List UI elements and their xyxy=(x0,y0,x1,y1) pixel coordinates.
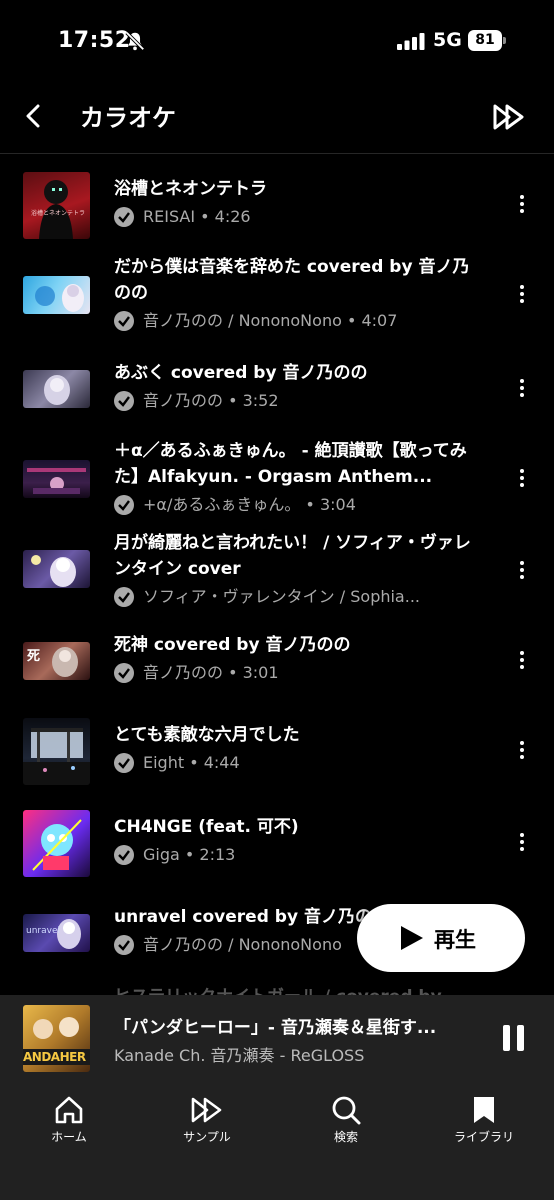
next-track-partial-title: ヒステリックナイトガール / covered by xyxy=(114,982,442,996)
track-title: だから僕は音楽を辞めた covered by 音ノ乃のの xyxy=(114,257,470,303)
track-meta: REISAI • 4:26 xyxy=(143,207,251,226)
track-row[interactable]: 死 死神 covered by 音ノ乃のの 音ノ乃のの • 3:01 xyxy=(0,632,554,692)
nav-library[interactable]: ライブラリ xyxy=(434,1095,534,1145)
track-subtitle: REISAI • 4:26 xyxy=(114,206,484,228)
verified-check-icon xyxy=(114,935,134,955)
track-meta: 音ノ乃のの • 3:01 xyxy=(143,663,279,682)
samples-play-icon[interactable] xyxy=(492,102,526,132)
now-playing-title: 「パンダヒーロー」- 音乃瀬奏＆星街す... xyxy=(114,1018,437,1038)
track-thumbnail: 浴槽とネオンテトラ xyxy=(23,172,90,239)
track-list: 浴槽とネオンテトラ 浴槽とネオンテトラ REISAI • 4:26 だから僕は音… xyxy=(0,156,554,996)
now-playing-bar[interactable]: ANDAHER 「パンダヒーロー」- 音乃瀬奏＆星街す... Kanade Ch… xyxy=(0,995,554,1083)
signal-icon xyxy=(397,33,425,50)
status-bar: 17:52 5G 81 xyxy=(0,0,554,84)
verified-check-icon xyxy=(114,587,134,607)
track-title: 浴槽とネオンテトラ xyxy=(114,179,267,199)
track-thumbnail xyxy=(23,718,90,785)
playlist-header: カラオケ xyxy=(0,84,554,154)
track-title: 死神 covered by 音ノ乃のの xyxy=(114,635,351,655)
track-title: ＋α／あるふぁきゅん。 - 絶頂讃歌【歌ってみた】Alfakyun. - Org… xyxy=(114,441,467,487)
verified-check-icon xyxy=(114,391,134,411)
samples-icon xyxy=(191,1097,222,1123)
battery-icon: 81 xyxy=(468,30,506,51)
thumbnail-caption: 浴槽とネオンテトラ xyxy=(31,210,86,217)
track-thumbnail xyxy=(23,810,90,877)
track-thumbnail xyxy=(23,370,90,408)
verified-check-icon xyxy=(114,663,134,683)
more-options-icon[interactable] xyxy=(512,376,532,404)
nav-home[interactable]: ホーム xyxy=(19,1095,119,1145)
track-meta: ソフィア・ヴァレンタイン / Sophia... xyxy=(143,587,420,606)
library-icon xyxy=(474,1097,494,1123)
track-row[interactable]: とても素敵な六月でした Eight • 4:44 xyxy=(0,716,554,786)
verified-check-icon xyxy=(114,753,134,773)
track-subtitle: Giga • 2:13 xyxy=(114,844,484,866)
now-playing-artist: Kanade Ch. 音乃瀬奏 - ReGLOSS xyxy=(114,1046,365,1065)
thumbnail-caption: unravel xyxy=(26,926,60,936)
battery-level: 81 xyxy=(468,30,502,51)
track-row[interactable]: CH4NGE (feat. 可不) Giga • 2:13 xyxy=(0,808,554,878)
more-options-icon[interactable] xyxy=(512,830,532,858)
nav-samples[interactable]: サンプル xyxy=(157,1095,257,1145)
track-thumbnail xyxy=(23,550,90,588)
more-options-icon[interactable] xyxy=(512,558,532,586)
nav-search-label: 検索 xyxy=(333,1130,358,1144)
track-meta: 音ノ乃のの • 3:52 xyxy=(143,391,279,410)
track-row[interactable]: ＋α／あるふぁきゅん。 - 絶頂讃歌【歌ってみた】Alfakyun. - Org… xyxy=(0,438,554,520)
track-meta: +α/あるふぁきゅん。 • 3:04 xyxy=(143,495,356,514)
network-type: 5G xyxy=(433,29,462,51)
track-subtitle: 音ノ乃のの • 3:52 xyxy=(114,390,484,412)
track-title: CH4NGE (feat. 可不) xyxy=(114,817,299,837)
back-arrow-icon[interactable] xyxy=(20,100,48,132)
bottom-navigation: ホーム サンプル 検索 ライブラリ xyxy=(0,1083,554,1200)
pause-icon[interactable] xyxy=(503,1025,525,1051)
play-all-label: 再生 xyxy=(434,928,476,952)
more-options-icon[interactable] xyxy=(512,282,532,310)
thumbnail-caption: 死 xyxy=(27,649,41,664)
play-icon xyxy=(401,926,423,950)
track-row[interactable]: あぶく covered by 音ノ乃のの 音ノ乃のの • 3:52 xyxy=(0,358,554,418)
track-subtitle: Eight • 4:44 xyxy=(114,752,484,774)
track-thumbnail xyxy=(23,276,90,314)
nav-samples-label: サンプル xyxy=(183,1130,231,1144)
verified-check-icon xyxy=(114,495,134,515)
track-title: とても素敵な六月でした xyxy=(114,725,300,745)
page-title: カラオケ xyxy=(80,104,176,132)
track-subtitle: ソフィア・ヴァレンタイン / Sophia... xyxy=(114,586,484,608)
nav-search[interactable]: 検索 xyxy=(296,1095,396,1145)
track-thumbnail: unravel xyxy=(23,914,90,952)
track-meta: 音ノ乃のの / NononoNono xyxy=(143,935,342,954)
status-time: 17:52 xyxy=(58,28,131,53)
more-options-icon[interactable] xyxy=(512,738,532,766)
verified-check-icon xyxy=(114,845,134,865)
track-thumbnail: 死 xyxy=(23,642,90,680)
search-icon xyxy=(332,1096,361,1125)
more-options-icon[interactable] xyxy=(512,192,532,220)
track-title: 月が綺麗ねと言われたい！ / ソフィア・ヴァレンタイン cover xyxy=(114,533,471,579)
track-thumbnail xyxy=(23,460,90,498)
track-row[interactable]: だから僕は音楽を辞めた covered by 音ノ乃のの 音ノ乃のの / Non… xyxy=(0,254,554,336)
nav-library-label: ライブラリ xyxy=(453,1130,514,1144)
more-options-icon[interactable] xyxy=(512,648,532,676)
track-subtitle: 音ノ乃のの / NononoNono • 4:07 xyxy=(114,310,484,332)
now-playing-thumb-text: ANDAHER xyxy=(23,1050,86,1064)
verified-check-icon xyxy=(114,207,134,227)
track-row[interactable]: 浴槽とネオンテトラ 浴槽とネオンテトラ REISAI • 4:26 xyxy=(0,170,554,240)
more-options-icon[interactable] xyxy=(512,466,532,494)
now-playing-thumbnail: ANDAHER xyxy=(23,1005,90,1072)
track-meta: 音ノ乃のの / NononoNono • 4:07 xyxy=(143,311,398,330)
track-meta: Eight • 4:44 xyxy=(143,753,240,772)
nav-home-label: ホーム xyxy=(51,1130,87,1144)
verified-check-icon xyxy=(114,311,134,331)
home-icon xyxy=(55,1096,83,1124)
track-title: あぶく covered by 音ノ乃のの xyxy=(114,363,368,383)
track-subtitle: 音ノ乃のの • 3:01 xyxy=(114,662,484,684)
play-all-button[interactable]: 再生 xyxy=(357,904,525,972)
track-meta: Giga • 2:13 xyxy=(143,845,236,864)
track-subtitle: +α/あるふぁきゅん。 • 3:04 xyxy=(114,494,484,516)
track-row[interactable]: 月が綺麗ねと言われたい！ / ソフィア・ヴァレンタイン cover ソフィア・ヴ… xyxy=(0,530,554,612)
bell-muted-icon xyxy=(125,31,145,51)
